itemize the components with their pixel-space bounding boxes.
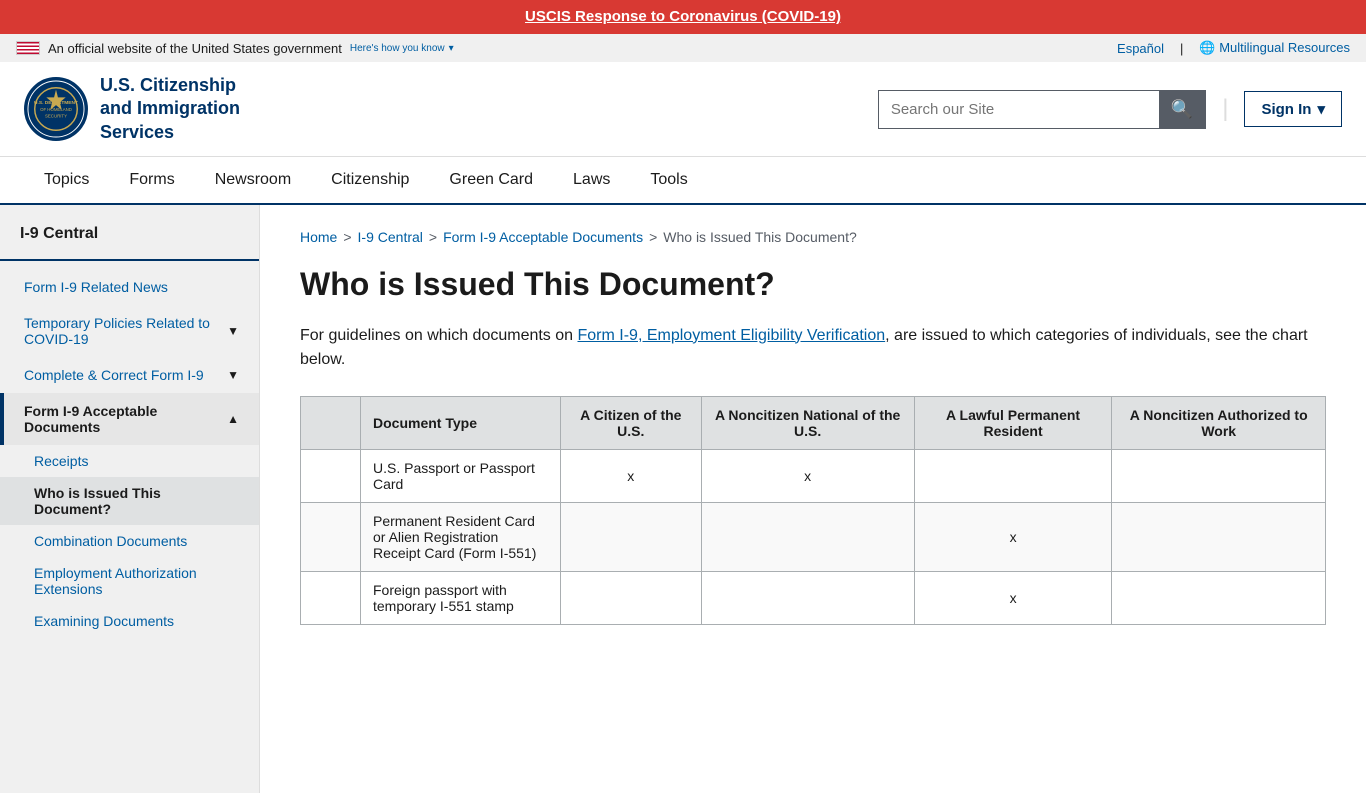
nav-item-newsroom: Newsroom (195, 157, 311, 203)
sidebar-item-complete-correct[interactable]: Complete & Correct Form I-9 ▼ (0, 357, 259, 393)
svg-text:SECURITY: SECURITY (45, 114, 67, 119)
row-num (301, 449, 361, 502)
site-logo-text: U.S. Citizenship and Immigration Service… (100, 74, 240, 144)
sidebar-sub-examining-docs[interactable]: Examining Documents (0, 605, 259, 637)
cell-doc-type: Foreign passport with temporary I-551 st… (361, 571, 561, 624)
site-header: U.S. DEPARTMENT OF HOMELAND SECURITY U.S… (0, 62, 1366, 157)
chevron-right-icon: ▼ (227, 368, 239, 382)
nav-link-green-card[interactable]: Green Card (429, 157, 553, 203)
intro-text-before: For guidelines on which documents on (300, 327, 578, 344)
row-num (301, 502, 361, 571)
multilingual-link[interactable]: 🌐 Multilingual Resources (1199, 40, 1350, 56)
nav-item-topics: Topics (24, 157, 109, 203)
search-button[interactable]: 🔍 (1159, 91, 1205, 128)
cell-lawful-permanent: x (914, 502, 1112, 571)
col-header-citizen: A Citizen of the U.S. (561, 396, 702, 449)
globe-icon: 🌐 (1199, 40, 1215, 55)
header-right: 🔍 | Sign In ▾ (878, 90, 1342, 129)
nav-link-newsroom[interactable]: Newsroom (195, 157, 311, 203)
breadcrumb-acceptable-docs[interactable]: Form I-9 Acceptable Documents (443, 229, 643, 245)
table-row: Permanent Resident Card or Alien Registr… (301, 502, 1326, 571)
breadcrumb-sep-3: > (649, 229, 657, 245)
chevron-up-icon: ▲ (227, 412, 239, 426)
sidebar-item-acceptable-docs[interactable]: Form I-9 Acceptable Documents ▲ (0, 393, 259, 445)
sidebar-item-temp-policies[interactable]: Temporary Policies Related to COVID-19 ▼ (0, 305, 259, 357)
col-header-noncitizen-work: A Noncitizen Authorized to Work (1112, 396, 1326, 449)
covid-banner-link[interactable]: USCIS Response to Coronavirus (COVID-19) (525, 8, 841, 25)
table-row: Foreign passport with temporary I-551 st… (301, 571, 1326, 624)
chevron-down-icon: ▾ (1317, 100, 1325, 118)
search-box: 🔍 (878, 90, 1206, 129)
intro-paragraph: For guidelines on which documents on For… (300, 324, 1326, 372)
col-header-noncitizen-national: A Noncitizen National of the U.S. (701, 396, 914, 449)
how-know-button[interactable]: Here's how you know ▾ (350, 43, 454, 54)
header-divider: | (1222, 95, 1228, 123)
nav-item-tools: Tools (630, 157, 707, 203)
gov-bar-right: Español | 🌐 Multilingual Resources (1117, 40, 1350, 56)
official-text: An official website of the United States… (48, 41, 342, 56)
chevron-down-icon: ▾ (449, 43, 454, 54)
col-header-doc-type: Document Type (361, 396, 561, 449)
cell-noncitizen-national (701, 571, 914, 624)
us-flag-icon (16, 41, 40, 55)
nav-link-forms[interactable]: Forms (109, 157, 194, 203)
nav-link-laws[interactable]: Laws (553, 157, 630, 203)
cell-lawful-permanent: x (914, 571, 1112, 624)
sidebar-item-form-news[interactable]: Form I-9 Related News (0, 269, 259, 305)
cell-noncitizen-work (1112, 571, 1326, 624)
cell-citizen: x (561, 449, 702, 502)
search-icon: 🔍 (1171, 99, 1193, 120)
nav-link-tools[interactable]: Tools (630, 157, 707, 203)
sidebar-sub-who-issued[interactable]: Who is Issued This Document? (0, 477, 259, 525)
sidebar-sub-emp-auth[interactable]: Employment Authorization Extensions (0, 557, 259, 605)
nav-link-topics[interactable]: Topics (24, 157, 109, 203)
sidebar: I-9 Central Form I-9 Related News Tempor… (0, 205, 260, 793)
cell-doc-type: Permanent Resident Card or Alien Registr… (361, 502, 561, 571)
svg-text:OF HOMELAND: OF HOMELAND (40, 107, 72, 112)
breadcrumb-i9-central[interactable]: I-9 Central (358, 229, 423, 245)
nav-list: Topics Forms Newsroom Citizenship Green … (0, 157, 1366, 203)
search-input[interactable] (879, 93, 1159, 126)
row-num (301, 571, 361, 624)
cell-citizen (561, 571, 702, 624)
covid-banner: USCIS Response to Coronavirus (COVID-19) (0, 0, 1366, 34)
nav-item-green-card: Green Card (429, 157, 553, 203)
breadcrumb-sep-1: > (343, 229, 351, 245)
espanol-link[interactable]: Español (1117, 41, 1164, 56)
gov-bar: An official website of the United States… (0, 34, 1366, 62)
sidebar-title: I-9 Central (0, 225, 259, 261)
cell-citizen (561, 502, 702, 571)
col-header-num (301, 396, 361, 449)
sidebar-sub-combination-docs[interactable]: Combination Documents (0, 525, 259, 557)
chevron-right-icon: ▼ (227, 324, 239, 338)
sidebar-sub-receipts[interactable]: Receipts (0, 445, 259, 477)
breadcrumb: Home > I-9 Central > Form I-9 Acceptable… (300, 229, 1326, 245)
col-header-lawful-permanent: A Lawful Permanent Resident (914, 396, 1112, 449)
page-title: Who is Issued This Document? (300, 265, 1326, 303)
table-row: U.S. Passport or Passport Card x x (301, 449, 1326, 502)
breadcrumb-sep-2: > (429, 229, 437, 245)
uscis-seal: U.S. DEPARTMENT OF HOMELAND SECURITY (24, 77, 88, 141)
nav-item-laws: Laws (553, 157, 630, 203)
breadcrumb-current: Who is Issued This Document? (663, 229, 857, 245)
cell-doc-type: U.S. Passport or Passport Card (361, 449, 561, 502)
sign-in-button[interactable]: Sign In ▾ (1244, 91, 1342, 127)
gov-bar-left: An official website of the United States… (16, 41, 454, 56)
nav-link-citizenship[interactable]: Citizenship (311, 157, 429, 203)
cell-noncitizen-work (1112, 502, 1326, 571)
main-content: Home > I-9 Central > Form I-9 Acceptable… (260, 205, 1366, 793)
document-table: Document Type A Citizen of the U.S. A No… (300, 396, 1326, 625)
cell-noncitizen-work (1112, 449, 1326, 502)
nav-item-forms: Forms (109, 157, 194, 203)
cell-noncitizen-national: x (701, 449, 914, 502)
cell-noncitizen-national (701, 502, 914, 571)
content-wrapper: I-9 Central Form I-9 Related News Tempor… (0, 205, 1366, 793)
nav-item-citizenship: Citizenship (311, 157, 429, 203)
cell-lawful-permanent (914, 449, 1112, 502)
breadcrumb-home[interactable]: Home (300, 229, 337, 245)
form-i9-link[interactable]: Form I-9, Employment Eligibility Verific… (578, 327, 886, 344)
logo-area: U.S. DEPARTMENT OF HOMELAND SECURITY U.S… (24, 74, 240, 144)
main-nav: Topics Forms Newsroom Citizenship Green … (0, 157, 1366, 205)
